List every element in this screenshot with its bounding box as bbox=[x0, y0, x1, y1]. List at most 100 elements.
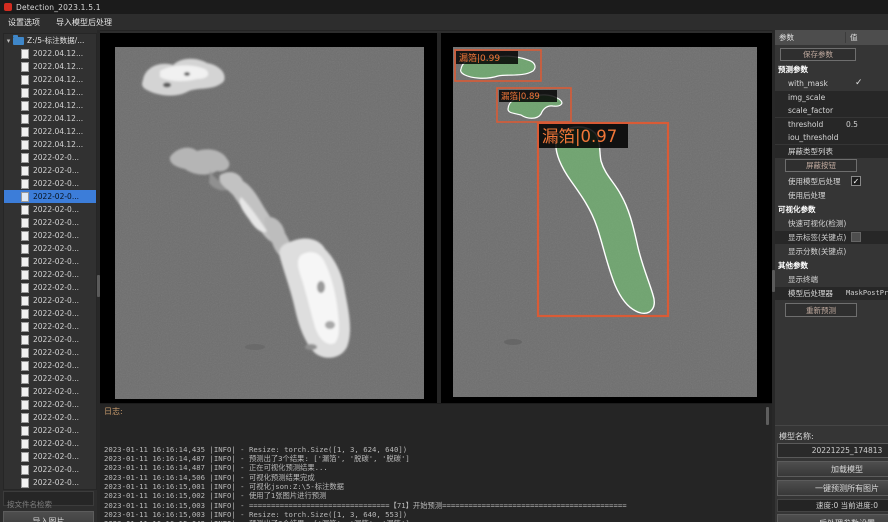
list-item[interactable]: 2022.04.12... bbox=[4, 138, 96, 151]
param-row-fast-vis[interactable]: 快速可视化(检测) bbox=[775, 217, 888, 230]
search-input[interactable] bbox=[4, 498, 93, 511]
list-item[interactable]: 2022-02-0... bbox=[4, 385, 96, 398]
list-item[interactable]: 2022-02-0... bbox=[4, 229, 96, 242]
post-settings-button[interactable]: 后处理参数设置 bbox=[777, 514, 888, 522]
tree-root-label: Z:/5-标注数据/... bbox=[27, 35, 84, 46]
section-other-params: 其他参数 bbox=[778, 259, 808, 272]
list-item[interactable]: 2022-02-0... bbox=[4, 333, 96, 346]
prediction-image-viewer[interactable]: 漏箔|0.99 漏箔|0.89 漏箔|0.97 bbox=[441, 33, 772, 403]
param-row-threshold[interactable]: threshold 0.5 bbox=[775, 118, 888, 131]
chevron-down-icon[interactable]: ▾ bbox=[4, 37, 13, 45]
tree-root[interactable]: ▾ Z:/5-标注数据/... bbox=[4, 34, 96, 47]
file-label: 2022.04.12... bbox=[33, 114, 83, 123]
list-item[interactable]: 2022-02-0... bbox=[4, 203, 96, 216]
list-item[interactable]: 2022.04.12... bbox=[4, 60, 96, 73]
file-icon bbox=[21, 452, 29, 462]
file-icon bbox=[21, 205, 29, 215]
checkbox-empty-icon[interactable] bbox=[851, 232, 861, 242]
model-name-field[interactable]: 20221225_174813 bbox=[777, 443, 888, 458]
load-model-button[interactable]: 加载模型 bbox=[777, 461, 888, 477]
param-row-iou-threshold[interactable]: iou_threshold bbox=[775, 131, 888, 144]
log-line: 2023-01-11 16:16:14,435 |INFO| - Resize:… bbox=[104, 445, 762, 454]
mask-button[interactable]: 屏蔽按钮 bbox=[785, 159, 857, 172]
list-item[interactable]: 2022-02-0... bbox=[4, 281, 96, 294]
log-scrollbar[interactable] bbox=[766, 407, 769, 425]
menu-item[interactable]: 设置选项 bbox=[0, 17, 48, 28]
file-icon bbox=[21, 114, 29, 124]
list-item[interactable]: 2022.04.12... bbox=[4, 125, 96, 138]
list-item[interactable]: 2022-02-0... bbox=[4, 255, 96, 268]
param-row-show-terminal[interactable]: 显示终端 bbox=[775, 273, 888, 286]
search-box bbox=[3, 491, 94, 506]
list-item[interactable]: 2022-02-0... bbox=[4, 359, 96, 372]
log-line: 2023-01-11 16:16:15,002 |INFO| - 使用了1张图片… bbox=[104, 491, 762, 500]
list-item[interactable]: 2022-02-0... bbox=[4, 294, 96, 307]
window-title: Detection_2023.1.5.1 bbox=[16, 3, 101, 12]
list-item[interactable]: 2022-02-0... bbox=[4, 242, 96, 255]
param-row-post-processor[interactable]: 模型后处理器 MaskPostPro bbox=[775, 287, 888, 300]
file-icon bbox=[21, 257, 29, 267]
list-item[interactable]: 2022-02-0... bbox=[4, 372, 96, 385]
params-header-value: 值 bbox=[845, 32, 858, 43]
params-header-param: 参数 bbox=[775, 32, 845, 43]
list-item[interactable]: 2022-02-0... bbox=[4, 320, 96, 333]
file-label: 2022.04.12... bbox=[33, 127, 83, 136]
file-tree[interactable]: ▾ Z:/5-标注数据/... 2022.04.12... 2022.04.12… bbox=[3, 33, 97, 490]
import-image-button[interactable]: 导入图片 bbox=[3, 511, 94, 522]
param-row-mask-type-list[interactable]: 屏蔽类型列表 bbox=[775, 145, 888, 158]
list-item[interactable]: 2022-02-0... bbox=[4, 346, 96, 359]
list-item[interactable]: 2022-02-0... bbox=[4, 424, 96, 437]
threshold-value[interactable]: 0.5 bbox=[846, 118, 858, 131]
file-label: 2022-02-0... bbox=[33, 387, 79, 396]
file-icon bbox=[21, 153, 29, 163]
list-item[interactable]: 2022-02-0... bbox=[4, 268, 96, 281]
list-item[interactable]: 2022-02-0... bbox=[4, 307, 96, 320]
list-item[interactable]: 2022.04.12... bbox=[4, 86, 96, 99]
list-item[interactable]: 2022.04.12... bbox=[4, 47, 96, 60]
param-row-img-scale[interactable]: img_scale bbox=[775, 91, 888, 104]
list-item[interactable]: 2022-02-0... bbox=[4, 216, 96, 229]
param-row-with-mask[interactable]: with_mask ✓ bbox=[775, 77, 888, 90]
list-item[interactable]: 2022-02-0... bbox=[4, 411, 96, 424]
file-icon bbox=[21, 478, 29, 488]
file-icon bbox=[21, 465, 29, 475]
params-header: 参数 值 bbox=[775, 30, 888, 45]
checkbox-checked-icon[interactable]: ✓ bbox=[851, 176, 861, 186]
list-item[interactable]: 2022-02-0... bbox=[4, 190, 96, 203]
predict-all-button[interactable]: 一键预测所有图片 bbox=[777, 480, 888, 496]
file-label: 2022.04.12... bbox=[33, 140, 83, 149]
file-icon bbox=[21, 179, 29, 189]
file-icon bbox=[21, 218, 29, 228]
list-item[interactable]: 2022.04.12... bbox=[4, 99, 96, 112]
list-item[interactable]: 2022-02-0... bbox=[4, 437, 96, 450]
check-icon[interactable]: ✓ bbox=[855, 77, 863, 90]
file-icon bbox=[21, 335, 29, 345]
file-label: 2022-02-0... bbox=[33, 361, 79, 370]
list-item[interactable]: 2022-02-0... bbox=[4, 476, 96, 489]
file-label: 2022.04.12... bbox=[33, 101, 83, 110]
list-item[interactable]: 2022-02-0... bbox=[4, 164, 96, 177]
prediction-overlay-image: 漏箔|0.99 漏箔|0.89 漏箔|0.97 bbox=[453, 47, 757, 397]
log-line: 2023-01-11 16:16:15,001 |INFO| - 可视化json… bbox=[104, 482, 762, 491]
param-row-use-post[interactable]: 使用后处理 bbox=[775, 189, 888, 202]
menu-item[interactable]: 导入模型后处理 bbox=[48, 17, 120, 28]
file-label: 2022-02-0... bbox=[33, 478, 79, 487]
file-label: 2022-02-0... bbox=[33, 400, 79, 409]
param-row-show-label[interactable]: 显示标签(关键点) bbox=[775, 231, 888, 244]
save-params-button[interactable]: 保存参数 bbox=[780, 48, 856, 61]
file-label: 2022-02-0... bbox=[33, 374, 79, 383]
repredict-button[interactable]: 重新预测 bbox=[785, 303, 857, 317]
post-processor-value[interactable]: MaskPostPro bbox=[846, 287, 888, 300]
list-item[interactable]: 2022-02-0... bbox=[4, 450, 96, 463]
list-item[interactable]: 2022.04.12... bbox=[4, 112, 96, 125]
list-item[interactable]: 2022.04.12... bbox=[4, 73, 96, 86]
list-item[interactable]: 2022-02-0... bbox=[4, 463, 96, 476]
original-image-viewer[interactable] bbox=[100, 33, 437, 403]
list-item[interactable]: 2022-02-0... bbox=[4, 177, 96, 190]
file-label: 2022-02-0... bbox=[33, 166, 79, 175]
list-item[interactable]: 2022-02-0... bbox=[4, 398, 96, 411]
list-item[interactable]: 2022-02-0... bbox=[4, 151, 96, 164]
param-row-use-model-post[interactable]: 使用模型后处理 ✓ bbox=[775, 175, 888, 188]
param-row-show-score[interactable]: 显示分数(关键点) bbox=[775, 245, 888, 258]
param-row-scale-factor[interactable]: scale_factor bbox=[775, 104, 888, 117]
